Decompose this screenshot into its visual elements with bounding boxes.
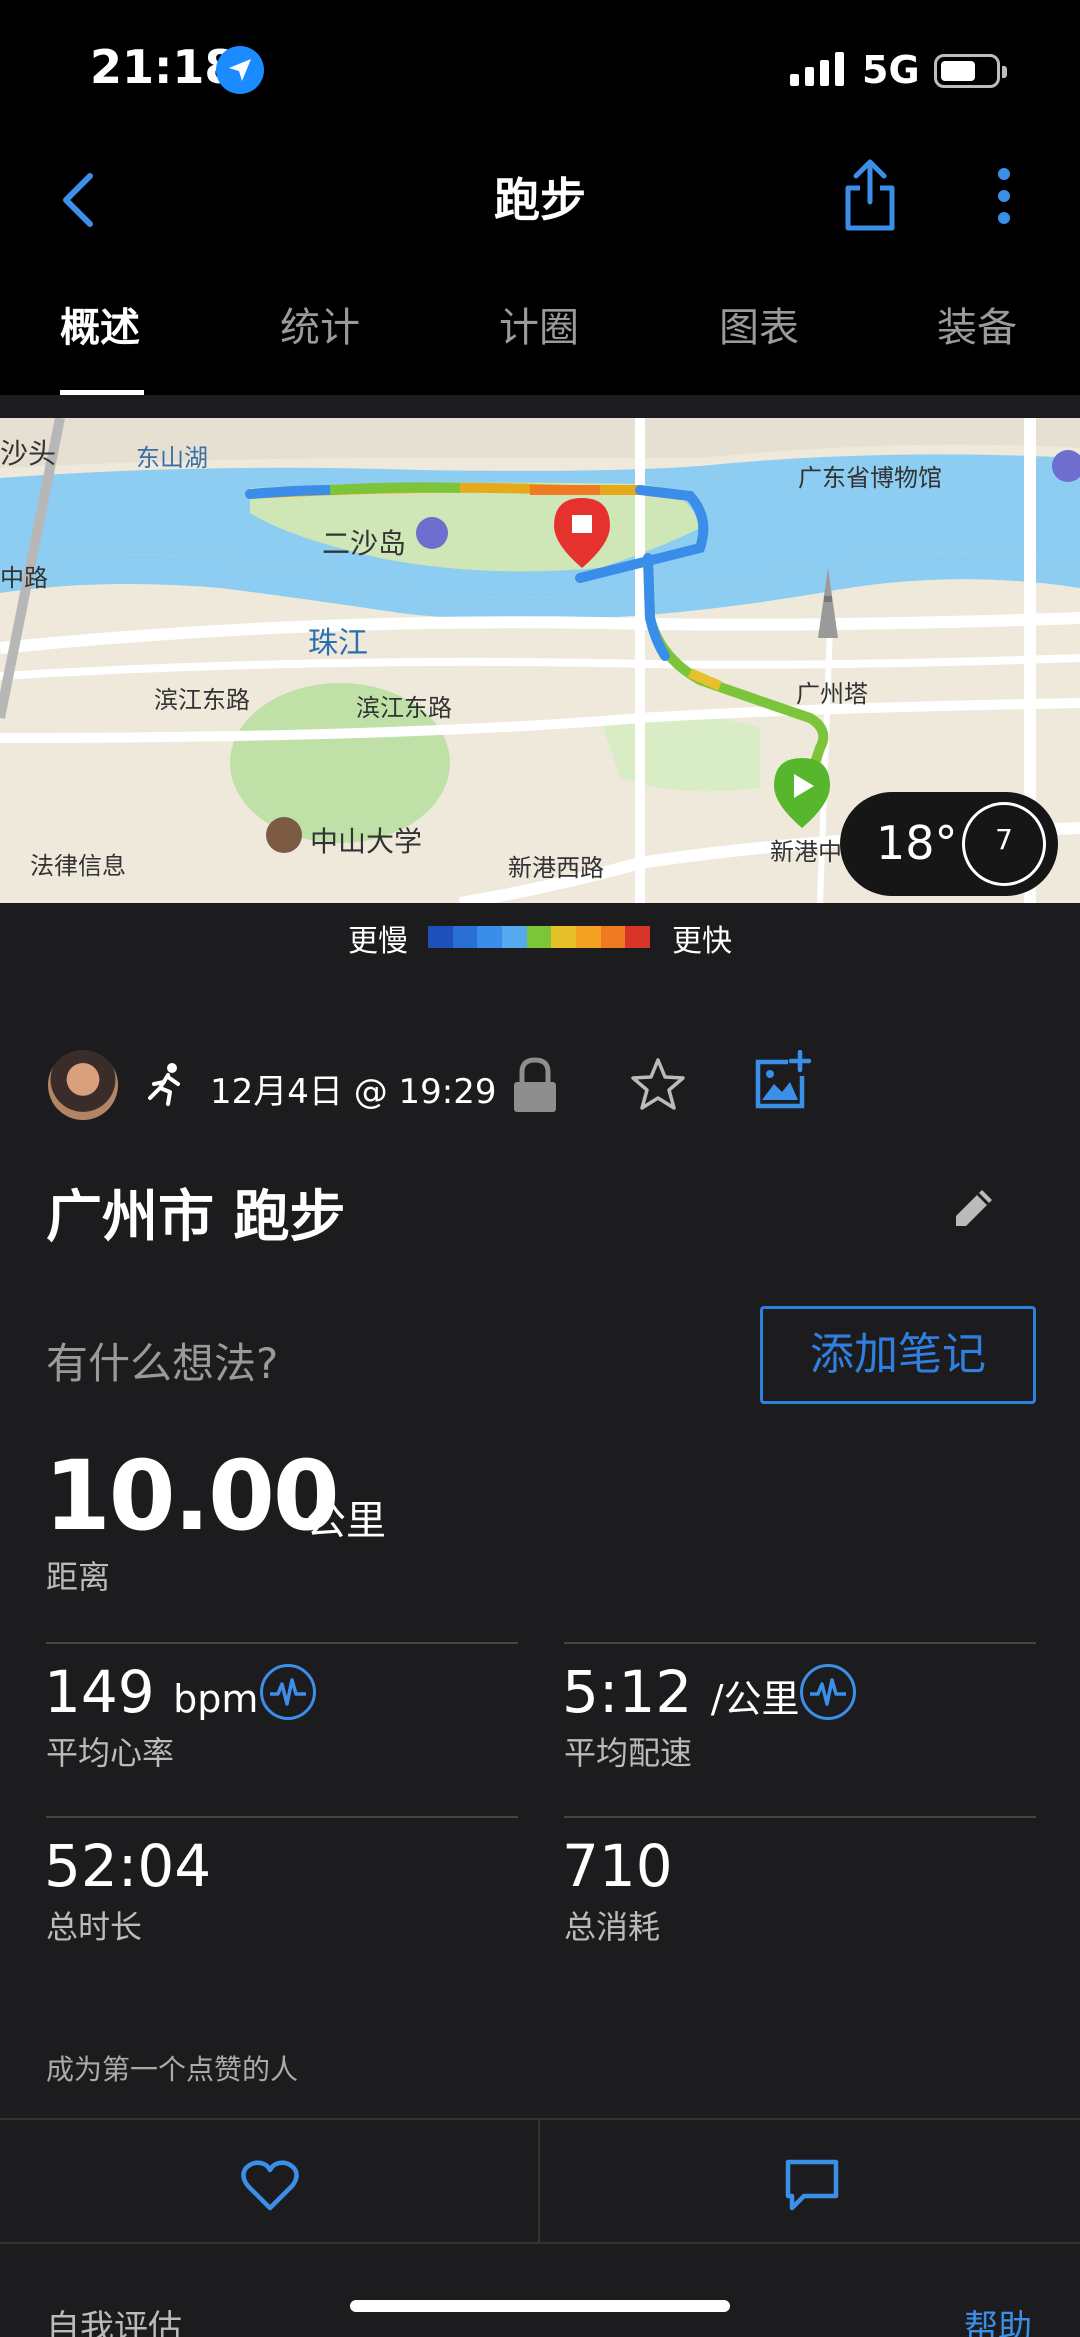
more-vertical-icon[interactable]: [984, 162, 1024, 232]
total-time-label: 总时长: [46, 1908, 143, 1946]
tab-stats[interactable]: 统计: [280, 295, 360, 353]
tab-bar: 概述 统计 计圈 图表 装备: [0, 265, 1080, 395]
battery-icon: [934, 54, 1007, 88]
map-label: 新港中: [770, 838, 842, 866]
legend-swatch: [502, 926, 527, 948]
avg-pace-label: 平均配速: [564, 1734, 693, 1772]
like-button[interactable]: [0, 2120, 538, 2242]
map-label: 滨江东路: [154, 686, 250, 714]
thoughts-prompt[interactable]: 有什么想法?: [46, 1330, 278, 1391]
legend-swatch: [625, 926, 651, 948]
divider: [46, 1816, 518, 1818]
tab-overview[interactable]: 概述: [60, 295, 140, 353]
comment-icon: [785, 2159, 839, 2211]
action-bar: [0, 2118, 1080, 2244]
share-icon[interactable]: [840, 154, 900, 234]
legend-swatch: [551, 926, 577, 948]
activity-title: 广州市 跑步: [46, 1185, 346, 1250]
calories-value: 710: [562, 1832, 673, 1900]
self-evaluation-label: 自我评估: [46, 2308, 182, 2337]
divider: [46, 1642, 518, 1644]
avg-hr-label: 平均心率: [46, 1734, 175, 1772]
distance-unit: 公里: [306, 1498, 386, 1544]
map-label: 滨江东路: [356, 694, 452, 722]
wind-dial-icon: 7: [962, 802, 1046, 886]
legend-swatch: [452, 926, 478, 948]
comment-button[interactable]: [540, 2120, 1078, 2242]
avg-pace-unit: /公里: [710, 1677, 800, 1721]
map-label: 中山大学: [310, 825, 423, 858]
likes-text: 成为第一个点赞的人: [46, 2053, 299, 2086]
add-note-button[interactable]: 添加笔记: [760, 1306, 1036, 1404]
legend-gradient: [428, 926, 651, 948]
weather-badge: 18° 7: [840, 792, 1058, 896]
pace-zone-icon[interactable]: [800, 1664, 856, 1720]
map-label: 新港西路: [508, 854, 604, 882]
distance-label: 距离: [46, 1558, 111, 1596]
location-arrow-icon: [216, 46, 264, 94]
cellular-signal-icon: [790, 52, 844, 86]
map-label: 沙头: [0, 437, 57, 470]
nav-bar: 跑步: [0, 140, 1080, 265]
divider: [564, 1816, 1036, 1818]
map-label: 珠江: [308, 626, 368, 661]
map-label: 广州塔: [796, 680, 868, 708]
map-label: 二沙岛: [322, 527, 407, 560]
legend-swatch: [526, 926, 552, 948]
avg-pace-value: 5:12 /公里: [562, 1658, 800, 1726]
calories-label: 总消耗: [564, 1908, 661, 1946]
legend-swatch: [600, 926, 626, 948]
edit-pencil-icon[interactable]: [952, 1186, 996, 1230]
avg-hr-unit: bpm: [173, 1677, 259, 1721]
total-time-value: 52:04: [44, 1832, 212, 1900]
running-icon: [148, 1063, 180, 1106]
pace-legend: 更慢 更快: [0, 912, 1080, 962]
active-tab-indicator: [60, 390, 144, 395]
home-indicator: [350, 2300, 730, 2312]
heart-icon: [241, 2160, 299, 2211]
map-label: 中路: [0, 564, 48, 592]
add-photo-icon[interactable]: [752, 1050, 812, 1112]
legend-swatch: [576, 926, 601, 948]
status-time: 21:18: [90, 40, 237, 94]
help-link[interactable]: 帮助: [964, 2300, 1032, 2337]
lock-icon[interactable]: [510, 1056, 560, 1114]
avatar[interactable]: [48, 1050, 118, 1120]
star-icon[interactable]: [630, 1056, 686, 1112]
wind-speed: 7: [995, 823, 1013, 856]
distance-value: 10.00: [44, 1440, 340, 1552]
map-label: 广东省博物馆: [798, 464, 942, 492]
heart-rate-zone-icon[interactable]: [260, 1664, 316, 1720]
tab-gear[interactable]: 装备: [937, 295, 1017, 353]
page-title: 跑步: [494, 173, 586, 227]
avg-hr-value: 149 bpm: [44, 1658, 259, 1726]
tab-charts[interactable]: 图表: [719, 295, 799, 353]
network-type: 5G: [862, 48, 920, 92]
legend-faster: 更快: [672, 924, 732, 959]
legend-swatch: [477, 926, 503, 948]
legend-swatch: [428, 926, 453, 948]
weather-temperature: 18°: [876, 816, 958, 870]
legend-slower: 更慢: [348, 924, 408, 959]
activity-datetime: 12月4日 @ 19:29: [210, 1072, 497, 1112]
status-bar: 21:18 5G: [0, 0, 1080, 140]
tab-laps[interactable]: 计圈: [499, 295, 579, 353]
map-label: 法律信息: [30, 852, 126, 880]
map-label: 东山湖: [136, 444, 208, 472]
divider: [564, 1642, 1036, 1644]
